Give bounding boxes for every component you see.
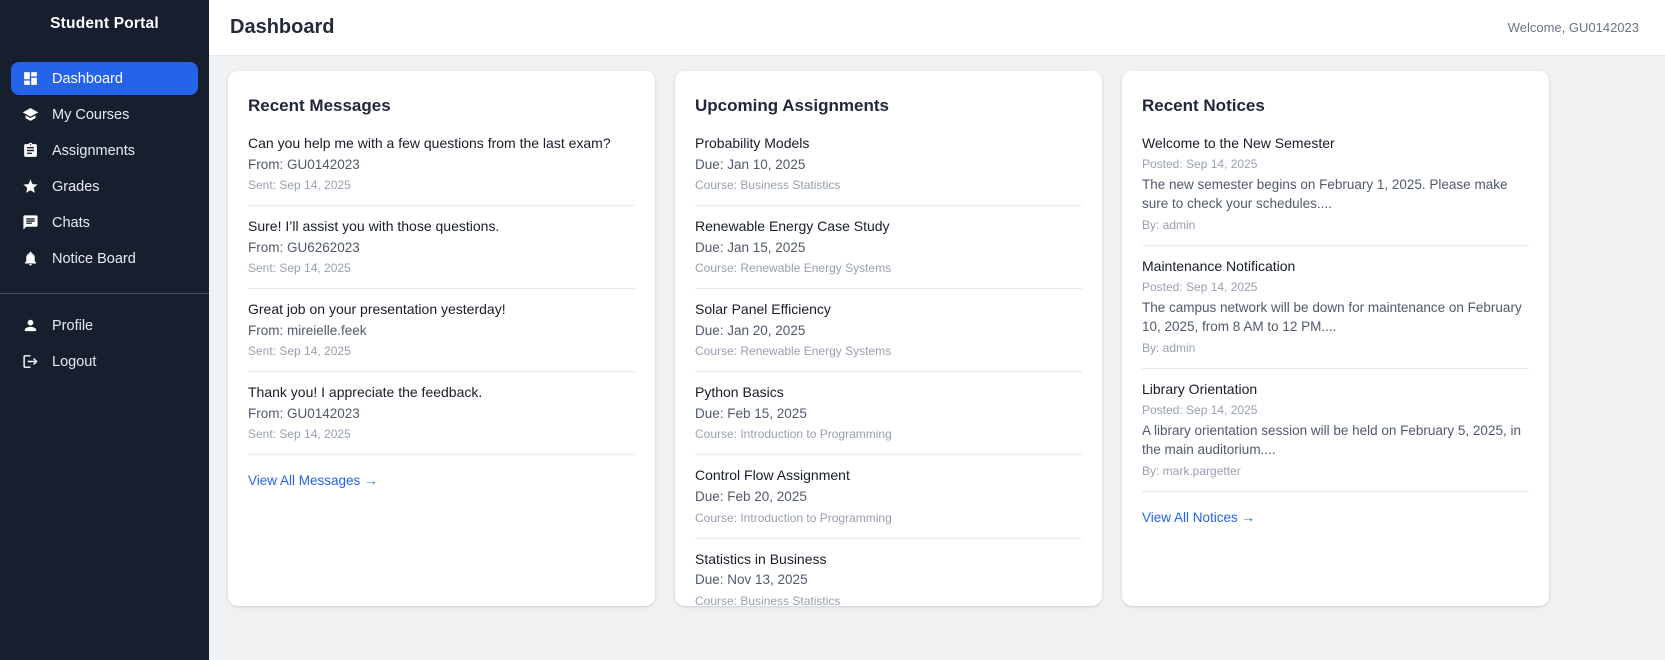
view-all-messages-link[interactable]: View All Messages →: [248, 473, 378, 488]
person-icon: [22, 317, 39, 334]
message-text: Great job on your presentation yesterday…: [248, 300, 635, 319]
assignment-course: Course: Renewable Energy Systems: [695, 344, 1082, 358]
assignment-title: Python Basics: [695, 383, 1082, 402]
sidebar-item-label: Logout: [52, 354, 96, 370]
view-all-notices-link[interactable]: View All Notices →: [1142, 510, 1255, 525]
notice-posted: Posted: Sep 14, 2025: [1142, 403, 1529, 417]
bell-icon: [22, 250, 39, 267]
sidebar-item-label: My Courses: [52, 107, 129, 123]
notice-title: Library Orientation: [1142, 380, 1529, 399]
message-from: From: GU0142023: [248, 156, 635, 174]
sidebar-item-notice-board[interactable]: Notice Board: [11, 242, 198, 275]
sidebar: Student Portal Dashboard My Courses Assi…: [0, 0, 209, 660]
message-text: Sure! I’ll assist you with those questio…: [248, 217, 635, 236]
message-text: Can you help me with a few questions fro…: [248, 134, 635, 153]
assignment-course: Course: Business Statistics: [695, 178, 1082, 192]
assignment-item: Solar Panel Efficiency Due: Jan 20, 2025…: [695, 289, 1082, 372]
assignment-due: Due: Jan 10, 2025: [695, 156, 1082, 174]
sidebar-item-label: Chats: [52, 215, 90, 231]
assignment-title: Probability Models: [695, 134, 1082, 153]
assignment-due: Due: Feb 20, 2025: [695, 488, 1082, 506]
message-sent: Sent: Sep 14, 2025: [248, 261, 635, 275]
assignment-course: Course: Introduction to Programming: [695, 511, 1082, 525]
sidebar-item-label: Grades: [52, 179, 100, 195]
notice-posted: Posted: Sep 14, 2025: [1142, 157, 1529, 171]
assignment-title: Renewable Energy Case Study: [695, 217, 1082, 236]
assignment-course: Course: Business Statistics: [695, 594, 1082, 606]
assignment-due: Due: Nov 13, 2025: [695, 571, 1082, 589]
message-from: From: mireielle.feek: [248, 322, 635, 340]
graduation-cap-icon: [22, 106, 39, 123]
assignment-item: Control Flow Assignment Due: Feb 20, 202…: [695, 455, 1082, 538]
sidebar-item-dashboard[interactable]: Dashboard: [11, 62, 198, 95]
notice-by: By: mark.pargetter: [1142, 464, 1529, 478]
recent-messages-card: Recent Messages Can you help me with a f…: [228, 71, 655, 606]
assignment-title: Solar Panel Efficiency: [695, 300, 1082, 319]
recent-notices-card: Recent Notices Welcome to the New Semest…: [1122, 71, 1549, 606]
assignment-item: Statistics in Business Due: Nov 13, 2025…: [695, 539, 1082, 606]
assignment-due: Due: Feb 15, 2025: [695, 405, 1082, 423]
sidebar-item-grades[interactable]: Grades: [11, 170, 198, 203]
message-from: From: GU0142023: [248, 405, 635, 423]
message-item: Great job on your presentation yesterday…: [248, 289, 635, 372]
notice-title: Welcome to the New Semester: [1142, 134, 1529, 153]
star-icon: [22, 178, 39, 195]
sidebar-item-my-courses[interactable]: My Courses: [11, 98, 198, 131]
message-from: From: GU6262023: [248, 239, 635, 257]
card-title: Upcoming Assignments: [695, 96, 1082, 116]
notice-body: The new semester begins on February 1, 2…: [1142, 175, 1529, 214]
logout-icon: [22, 353, 39, 370]
assignment-title: Control Flow Assignment: [695, 466, 1082, 485]
message-item: Thank you! I appreciate the feedback. Fr…: [248, 372, 635, 455]
message-sent: Sent: Sep 14, 2025: [248, 344, 635, 358]
upcoming-assignments-card: Upcoming Assignments Probability Models …: [675, 71, 1102, 606]
sidebar-item-label: Notice Board: [52, 251, 136, 267]
card-title: Recent Notices: [1142, 96, 1529, 116]
app-title: Student Portal: [0, 15, 209, 33]
notice-posted: Posted: Sep 14, 2025: [1142, 280, 1529, 294]
sidebar-item-label: Assignments: [52, 143, 135, 159]
sidebar-item-assignments[interactable]: Assignments: [11, 134, 198, 167]
message-item: Sure! I’ll assist you with those questio…: [248, 206, 635, 289]
clipboard-icon: [22, 142, 39, 159]
notice-body: A library orientation session will be he…: [1142, 421, 1529, 460]
assignment-course: Course: Introduction to Programming: [695, 427, 1082, 441]
sidebar-nav: Dashboard My Courses Assignments Grades …: [0, 59, 209, 278]
page-title: Dashboard: [230, 16, 334, 39]
top-header: Dashboard Welcome, GU0142023: [209, 0, 1665, 56]
assignment-item: Renewable Energy Case Study Due: Jan 15,…: [695, 206, 1082, 289]
assignment-course: Course: Renewable Energy Systems: [695, 261, 1082, 275]
message-sent: Sent: Sep 14, 2025: [248, 427, 635, 441]
dashboard-icon: [22, 70, 39, 87]
welcome-text: Welcome, GU0142023: [1508, 20, 1639, 35]
assignment-item: Python Basics Due: Feb 15, 2025 Course: …: [695, 372, 1082, 455]
sidebar-item-profile[interactable]: Profile: [11, 309, 198, 342]
assignment-due: Due: Jan 15, 2025: [695, 239, 1082, 257]
card-title: Recent Messages: [248, 96, 635, 116]
notice-body: The campus network will be down for main…: [1142, 298, 1529, 337]
notice-by: By: admin: [1142, 341, 1529, 355]
assignment-item: Probability Models Due: Jan 10, 2025 Cou…: [695, 123, 1082, 206]
message-text: Thank you! I appreciate the feedback.: [248, 383, 635, 402]
sidebar-item-label: Dashboard: [52, 71, 123, 87]
message-sent: Sent: Sep 14, 2025: [248, 178, 635, 192]
notice-by: By: admin: [1142, 218, 1529, 232]
sidebar-item-logout[interactable]: Logout: [11, 345, 198, 378]
main-area: Dashboard Welcome, GU0142023 Recent Mess…: [209, 0, 1665, 660]
notice-item: Library Orientation Posted: Sep 14, 2025…: [1142, 369, 1529, 492]
notice-item: Welcome to the New Semester Posted: Sep …: [1142, 123, 1529, 246]
sidebar-item-label: Profile: [52, 318, 93, 334]
sidebar-item-chats[interactable]: Chats: [11, 206, 198, 239]
assignment-due: Due: Jan 20, 2025: [695, 322, 1082, 340]
dashboard-content: Recent Messages Can you help me with a f…: [209, 56, 1665, 660]
notice-title: Maintenance Notification: [1142, 257, 1529, 276]
sidebar-footer-nav: Profile Logout: [0, 306, 209, 381]
sidebar-divider: [0, 293, 209, 294]
message-item: Can you help me with a few questions fro…: [248, 123, 635, 206]
assignment-title: Statistics in Business: [695, 550, 1082, 569]
chat-bubble-icon: [22, 214, 39, 231]
notice-item: Maintenance Notification Posted: Sep 14,…: [1142, 246, 1529, 369]
